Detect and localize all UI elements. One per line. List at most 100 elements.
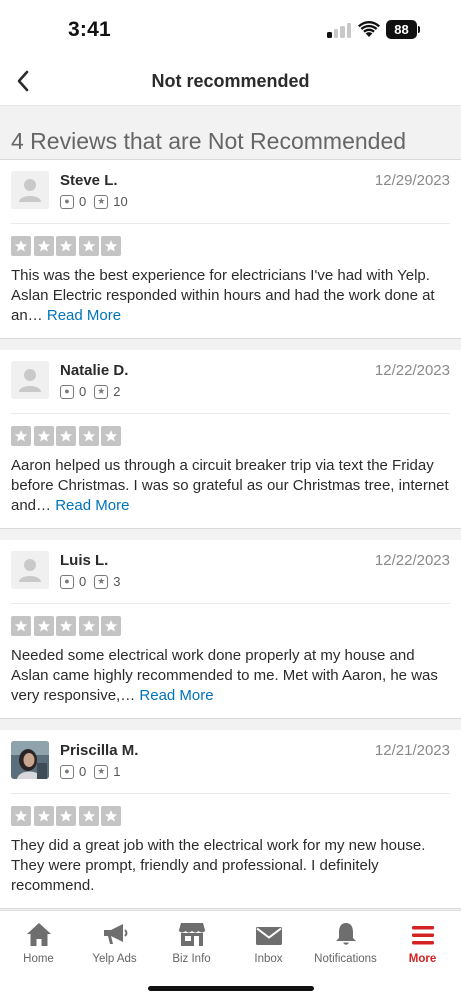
friends-stat: ● 0 — [60, 574, 86, 589]
reviews-count: 1 — [113, 764, 121, 779]
reviewer-stats: ● 0 ★ 1 — [60, 764, 128, 779]
friends-count: 0 — [79, 194, 87, 209]
review-date: 12/22/2023 — [374, 362, 450, 379]
tab-label: More — [408, 953, 437, 965]
friends-stat: ● 0 — [60, 384, 86, 399]
star-icon — [56, 616, 76, 636]
wifi-icon — [358, 21, 380, 37]
star-icon — [101, 426, 121, 446]
review-header: Luis L. 12/22/2023 ● 0 ★ 3 — [11, 540, 450, 604]
friends-stat: ● 0 — [60, 764, 86, 779]
review-star-icon: ★ — [94, 384, 109, 399]
home-indicator — [148, 986, 314, 991]
review-header: Priscilla M. 12/21/2023 ● 0 ★ 1 — [11, 730, 450, 794]
star-icon — [78, 426, 99, 446]
reviewer-name[interactable]: Luis L. — [60, 552, 108, 569]
review-card: Priscilla M. 12/21/2023 ● 0 ★ 1 They did… — [0, 730, 461, 909]
star-icon — [101, 616, 121, 636]
review-date: 12/22/2023 — [374, 552, 450, 569]
reviewer-stats: ● 0 ★ 3 — [60, 574, 128, 589]
tab-label: Biz Info — [172, 953, 211, 965]
star-icon — [56, 806, 76, 826]
read-more-link[interactable]: Read More — [139, 687, 213, 704]
reviews-count: 2 — [113, 384, 121, 399]
friends-icon: ● — [60, 764, 74, 779]
star-icon — [101, 236, 121, 256]
review-text: This was the best experience for electri… — [11, 266, 450, 338]
reviews-stat: ★ 1 — [94, 764, 120, 779]
friends-icon: ● — [60, 194, 74, 209]
star-icon — [78, 236, 99, 256]
default-user-icon — [11, 551, 49, 589]
avatar[interactable] — [11, 361, 49, 399]
reviews-stat: ★ 3 — [94, 574, 120, 589]
review-header: Natalie D. 12/22/2023 ● 0 ★ 2 — [11, 350, 450, 414]
default-user-icon — [11, 361, 49, 399]
read-more-link[interactable]: Read More — [47, 307, 121, 324]
friends-count: 0 — [79, 574, 87, 589]
menu-icon — [411, 926, 434, 945]
review-date: 12/21/2023 — [374, 742, 450, 759]
tab-biz-info[interactable]: Biz Info — [153, 919, 230, 965]
tab-more[interactable]: More — [384, 919, 461, 965]
reviewer-name[interactable]: Priscilla M. — [60, 742, 138, 759]
star-rating — [11, 616, 450, 636]
avatar[interactable] — [11, 171, 49, 209]
star-rating — [11, 426, 450, 446]
review-text: Aaron helped us through a circuit breake… — [11, 456, 450, 528]
tab-home[interactable]: Home — [0, 919, 77, 965]
tab-label: Yelp Ads — [92, 953, 137, 965]
review-star-icon: ★ — [94, 574, 109, 589]
tab-yelp-ads[interactable]: Yelp Ads — [76, 919, 153, 965]
star-icon — [33, 806, 54, 826]
friends-count: 0 — [79, 764, 87, 779]
friends-stat: ● 0 — [60, 194, 86, 209]
reviewer-name[interactable]: Steve L. — [60, 172, 118, 189]
nav-bar: Not recommended — [0, 56, 461, 106]
review-date: 12/29/2023 — [374, 172, 450, 189]
review-body: Needed some electrical work done properl… — [11, 647, 438, 704]
friends-count: 0 — [79, 384, 87, 399]
section-heading: 4 Reviews that are Not Recommended — [0, 106, 461, 160]
reviewer-name[interactable]: Natalie D. — [60, 362, 128, 379]
review-star-icon: ★ — [94, 764, 109, 779]
star-icon — [11, 236, 31, 256]
star-icon — [78, 806, 99, 826]
battery-icon: 88 — [386, 20, 420, 39]
reviews-count: 10 — [113, 194, 128, 209]
avatar[interactable] — [11, 741, 49, 779]
home-icon — [26, 923, 51, 946]
star-icon — [11, 806, 31, 826]
battery-level: 88 — [386, 20, 417, 39]
star-icon — [56, 426, 76, 446]
reviews-list[interactable]: 4 Reviews that are Not Recommended Steve… — [0, 106, 461, 910]
cellular-signal-icon — [327, 22, 353, 38]
reviews-count: 3 — [113, 574, 121, 589]
read-more-link[interactable]: Read More — [55, 497, 129, 514]
tab-inbox[interactable]: Inbox — [230, 919, 307, 965]
review-card: Natalie D. 12/22/2023 ● 0 ★ 2 Aaron help… — [0, 350, 461, 529]
review-text: They did a great job with the electrical… — [11, 836, 450, 908]
user-photo-icon — [11, 741, 49, 779]
star-rating — [11, 806, 450, 826]
default-user-icon — [11, 171, 49, 209]
star-icon — [33, 616, 54, 636]
tab-label: Notifications — [314, 953, 377, 965]
review-star-icon: ★ — [94, 194, 109, 209]
page-title: Not recommended — [151, 71, 310, 91]
star-icon — [11, 616, 31, 636]
star-icon — [78, 616, 99, 636]
review-header: Steve L. 12/29/2023 ● 0 ★ 10 — [11, 160, 450, 224]
storefront-icon — [178, 923, 205, 946]
review-text: Needed some electrical work done properl… — [11, 646, 450, 718]
friends-icon: ● — [60, 384, 74, 399]
star-rating — [11, 236, 450, 256]
tab-notifications[interactable]: Notifications — [307, 919, 384, 965]
avatar[interactable] — [11, 551, 49, 589]
status-bar: 3:41 88 — [0, 0, 461, 56]
status-time: 3:41 — [68, 18, 111, 41]
tab-label: Home — [23, 953, 54, 965]
reviewer-stats: ● 0 ★ 2 — [60, 384, 128, 399]
star-icon — [11, 426, 31, 446]
bell-icon — [335, 923, 356, 945]
